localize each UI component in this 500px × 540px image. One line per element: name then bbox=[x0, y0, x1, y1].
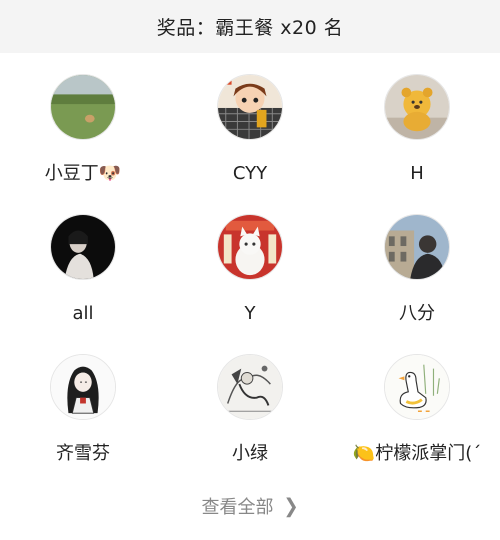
winner-item[interactable]: H bbox=[334, 53, 500, 193]
winner-item[interactable]: 小豆丁🐶 bbox=[0, 53, 166, 193]
winner-name: 八分 bbox=[399, 303, 435, 324]
winner-name: 齐雪芬 bbox=[56, 443, 110, 464]
winner-item[interactable]: 齐雪芬 bbox=[0, 333, 166, 473]
winner-name: 🍋柠檬派掌门(´ bbox=[352, 443, 482, 464]
grass-dog-avatar-icon bbox=[51, 75, 115, 139]
chevron-right-icon: ❯ bbox=[283, 494, 299, 518]
goose-doodle-avatar-icon bbox=[385, 355, 449, 419]
avatar[interactable] bbox=[384, 214, 450, 280]
prize-title: 奖品：霸王餐 x20 名 bbox=[156, 17, 344, 39]
ink-sketch-avatar-icon bbox=[218, 355, 282, 419]
avatar[interactable] bbox=[217, 74, 283, 140]
winner-item[interactable]: 🍋柠檬派掌门(´ bbox=[334, 333, 500, 473]
cartoon-kid-avatar-icon bbox=[218, 75, 282, 139]
winner-item[interactable]: Y bbox=[167, 193, 333, 333]
prize-header: 奖品：霸王餐 x20 名 bbox=[0, 0, 500, 53]
winner-name: 小绿 bbox=[232, 443, 268, 464]
winner-item[interactable]: 八分 bbox=[334, 193, 500, 333]
winner-name: all bbox=[72, 303, 94, 324]
winner-name: 小豆丁🐶 bbox=[44, 163, 122, 184]
view-all-link[interactable]: 查看全部 ❯ bbox=[0, 490, 500, 522]
avatar[interactable] bbox=[384, 74, 450, 140]
man-building-avatar-icon bbox=[385, 215, 449, 279]
avatar[interactable] bbox=[217, 214, 283, 280]
dark-portrait-avatar-icon bbox=[51, 215, 115, 279]
view-all-label: 查看全部 bbox=[201, 497, 274, 518]
avatar[interactable] bbox=[50, 214, 116, 280]
winner-item[interactable]: CYY bbox=[167, 53, 333, 193]
winner-item[interactable]: all bbox=[0, 193, 166, 333]
winner-item[interactable]: 小绿 bbox=[167, 333, 333, 473]
winner-name: Y bbox=[244, 303, 256, 324]
winner-name: CYY bbox=[232, 163, 268, 184]
avatar[interactable] bbox=[384, 354, 450, 420]
anime-girl-avatar-icon bbox=[51, 355, 115, 419]
avatar[interactable] bbox=[217, 354, 283, 420]
white-cat-avatar-icon bbox=[218, 215, 282, 279]
yellow-bear-avatar-icon bbox=[385, 75, 449, 139]
winner-name: H bbox=[410, 163, 424, 184]
avatar[interactable] bbox=[50, 74, 116, 140]
avatar[interactable] bbox=[50, 354, 116, 420]
